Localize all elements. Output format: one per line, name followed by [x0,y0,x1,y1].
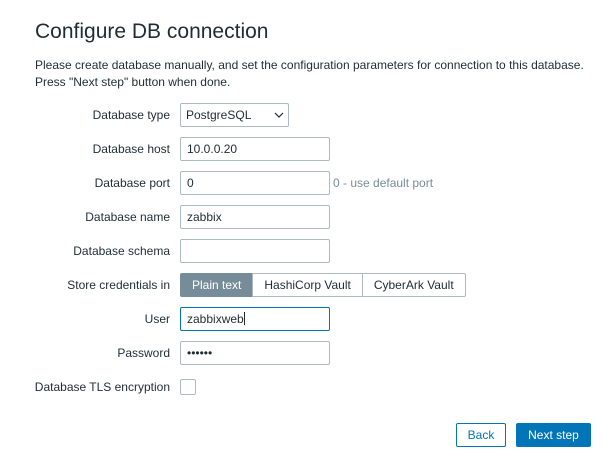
database-schema-input[interactable] [180,239,330,263]
user-value: zabbixweb [187,312,244,326]
row-user: User zabbixweb [0,307,615,331]
database-port-label: Database port [94,176,170,190]
database-name-input[interactable]: zabbix [180,205,330,229]
row-database-port: Database port 0 0 - use default port [0,171,615,195]
plain-text-option[interactable]: Plain text [180,273,254,297]
user-label: User [144,312,170,326]
row-password: Password •••••• [0,341,615,365]
back-button[interactable]: Back [456,423,506,447]
database-port-input[interactable]: 0 [180,171,330,195]
cyberark-vault-option[interactable]: CyberArk Vault [361,273,466,297]
chevron-down-icon [274,112,284,118]
database-name-label: Database name [85,210,170,224]
row-tls-encryption: Database TLS encryption [0,375,615,399]
description-line-2: Press "Next step" button when done. [35,75,231,89]
user-input[interactable]: zabbixweb [180,307,330,331]
database-host-label: Database host [92,142,170,156]
row-database-host: Database host 10.0.0.20 [0,137,615,161]
next-step-button[interactable]: Next step [516,423,591,447]
row-store-credentials: Store credentials in Plain text HashiCor… [0,273,615,297]
text-caret [243,312,245,325]
hashicorp-vault-option[interactable]: HashiCorp Vault [252,273,363,297]
database-type-select[interactable]: PostgreSQL [180,103,289,127]
password-label: Password [117,346,170,360]
row-database-name: Database name zabbix [0,205,615,229]
page-description: Please create database manually, and set… [35,57,605,91]
tls-encryption-label: Database TLS encryption [34,380,170,394]
description-line-1: Please create database manually, and set… [35,58,584,72]
database-schema-label: Database schema [73,244,170,258]
database-type-label: Database type [92,108,170,122]
row-database-schema: Database schema [0,239,615,263]
database-host-input[interactable]: 10.0.0.20 [180,137,330,161]
password-input[interactable]: •••••• [180,341,330,365]
page-title: Configure DB connection [35,20,269,43]
store-credentials-segmented-control: Plain text HashiCorp Vault CyberArk Vaul… [180,273,466,297]
row-database-type: Database type PostgreSQL [0,103,615,127]
database-port-hint: 0 - use default port [333,176,434,190]
store-credentials-label: Store credentials in [67,278,170,292]
database-type-value: PostgreSQL [186,108,252,122]
tls-encryption-checkbox[interactable] [180,379,196,395]
